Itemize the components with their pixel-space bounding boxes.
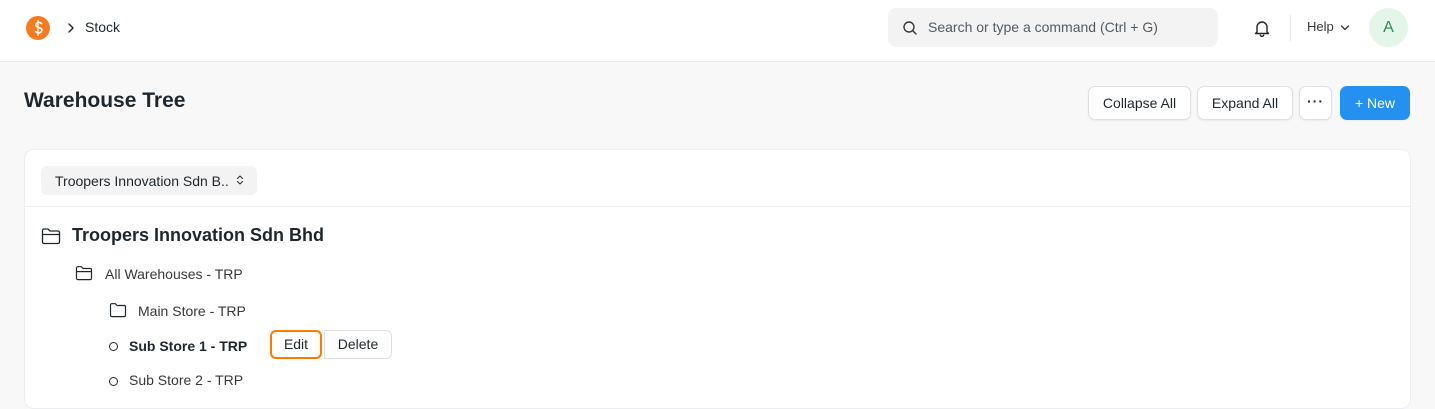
navbar-divider <box>1290 15 1291 41</box>
chevron-right-icon <box>68 23 74 33</box>
company-select[interactable]: Troopers Innovation Sdn B.. <box>41 166 257 195</box>
leaf-node-icon <box>109 342 118 351</box>
notification-bell-icon[interactable] <box>1252 18 1272 38</box>
new-button[interactable]: + New <box>1340 86 1410 120</box>
expand-all-button[interactable]: Expand All <box>1197 86 1293 120</box>
leaf-node-icon <box>109 377 118 386</box>
select-caret-icon <box>236 175 244 185</box>
navbar: Stock Search or type a command (Ctrl + G… <box>0 0 1435 62</box>
page-title: Warehouse Tree <box>24 89 186 112</box>
edit-node-button[interactable]: Edit <box>270 330 322 359</box>
breadcrumb-stock[interactable]: Stock <box>85 19 120 35</box>
delete-node-button[interactable]: Delete <box>324 330 392 359</box>
card-divider <box>25 206 1410 207</box>
tree-node-main-store[interactable]: Main Store - TRP <box>138 303 246 319</box>
help-menu[interactable]: Help <box>1307 19 1334 34</box>
company-select-value: Troopers Innovation Sdn B.. <box>55 173 229 189</box>
folder-icon <box>109 303 127 318</box>
more-actions-button[interactable]: ··· <box>1299 86 1332 120</box>
search-input[interactable]: Search or type a command (Ctrl + G) <box>928 19 1158 35</box>
tree-node-sub-store-1[interactable]: Sub Store 1 - TRP <box>129 338 247 354</box>
tree-node-all-warehouses[interactable]: All Warehouses - TRP <box>105 266 243 282</box>
chevron-down-icon[interactable] <box>1340 24 1350 32</box>
folder-open-icon <box>75 266 93 281</box>
folder-open-icon <box>41 228 61 245</box>
search-bar[interactable]: Search or type a command (Ctrl + G) <box>888 8 1218 47</box>
tree-root-label[interactable]: Troopers Innovation Sdn Bhd <box>72 225 324 246</box>
tree-card: Troopers Innovation Sdn B.. Troopers Inn… <box>24 149 1411 409</box>
app-logo[interactable] <box>26 16 50 40</box>
user-avatar[interactable]: A <box>1369 8 1408 47</box>
search-icon <box>903 21 917 35</box>
collapse-all-button[interactable]: Collapse All <box>1088 86 1191 120</box>
tree-node-sub-store-2[interactable]: Sub Store 2 - TRP <box>129 372 243 388</box>
